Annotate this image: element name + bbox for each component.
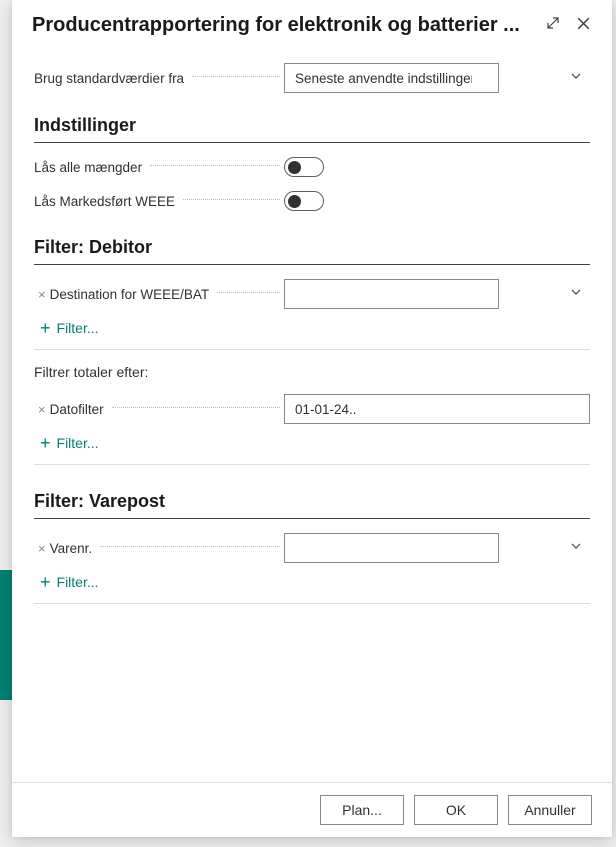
default-values-label: Brug standardværdier fra — [34, 71, 284, 86]
add-filter-debitor[interactable]: + Filter... — [40, 319, 99, 337]
date-filter-row: × Datofilter — [34, 394, 590, 424]
header-actions — [545, 15, 592, 37]
divider — [34, 464, 590, 465]
background-accent — [0, 570, 12, 700]
filter-debitor-heading: Filter: Debitor — [34, 237, 590, 265]
add-filter-totals[interactable]: + Filter... — [40, 434, 99, 452]
add-filter-label: Filter... — [57, 574, 99, 590]
lock-all-qty-label: Lås alle mængder — [34, 160, 284, 175]
plus-icon: + — [40, 319, 51, 337]
lock-all-qty-row: Lås alle mængder — [34, 157, 590, 177]
dialog-footer: Plan... OK Annuller — [12, 782, 612, 837]
destination-filter-row: × Destination for WEEE/BAT — [34, 279, 590, 309]
lock-marketed-weee-row: Lås Markedsført WEEE — [34, 191, 590, 211]
chevron-down-icon — [570, 539, 582, 557]
default-values-row: Brug standardværdier fra — [34, 63, 590, 93]
plus-icon: + — [40, 573, 51, 591]
lock-marketed-weee-label: Lås Markedsført WEEE — [34, 194, 284, 209]
destination-filter-label: × Destination for WEEE/BAT — [34, 287, 284, 302]
lock-all-qty-toggle[interactable] — [284, 157, 324, 177]
chevron-down-icon — [570, 69, 582, 87]
expand-icon[interactable] — [545, 15, 561, 36]
remove-filter-icon[interactable]: × — [38, 402, 46, 417]
itemno-filter-row: × Varenr. — [34, 533, 590, 563]
date-filter-input[interactable] — [284, 394, 590, 424]
plus-icon: + — [40, 434, 51, 452]
add-filter-label: Filter... — [57, 435, 99, 451]
filter-totals-heading: Filtrer totaler efter: — [34, 364, 590, 380]
remove-filter-icon[interactable]: × — [38, 541, 46, 556]
cancel-button[interactable]: Annuller — [508, 795, 592, 825]
ok-button[interactable]: OK — [414, 795, 498, 825]
default-values-select[interactable] — [284, 63, 499, 93]
settings-heading: Indstillinger — [34, 115, 590, 143]
dialog-title: Producentrapportering for elektronik og … — [32, 14, 545, 37]
dialog-header: Producentrapportering for elektronik og … — [12, 0, 612, 45]
lock-marketed-weee-toggle[interactable] — [284, 191, 324, 211]
itemno-filter-label: × Varenr. — [34, 541, 284, 556]
close-icon[interactable] — [575, 15, 592, 37]
divider — [34, 603, 590, 604]
add-filter-varepost[interactable]: + Filter... — [40, 573, 99, 591]
destination-filter-input[interactable] — [284, 279, 499, 309]
remove-filter-icon[interactable]: × — [38, 287, 46, 302]
plan-button[interactable]: Plan... — [320, 795, 404, 825]
add-filter-label: Filter... — [57, 320, 99, 336]
filter-varepost-heading: Filter: Varepost — [34, 491, 590, 519]
divider — [34, 349, 590, 350]
itemno-filter-input[interactable] — [284, 533, 499, 563]
date-filter-label: × Datofilter — [34, 402, 284, 417]
chevron-down-icon — [570, 285, 582, 303]
dialog-body: Brug standardværdier fra Indstillinger L… — [12, 45, 612, 782]
report-dialog: Producentrapportering for elektronik og … — [12, 0, 612, 837]
